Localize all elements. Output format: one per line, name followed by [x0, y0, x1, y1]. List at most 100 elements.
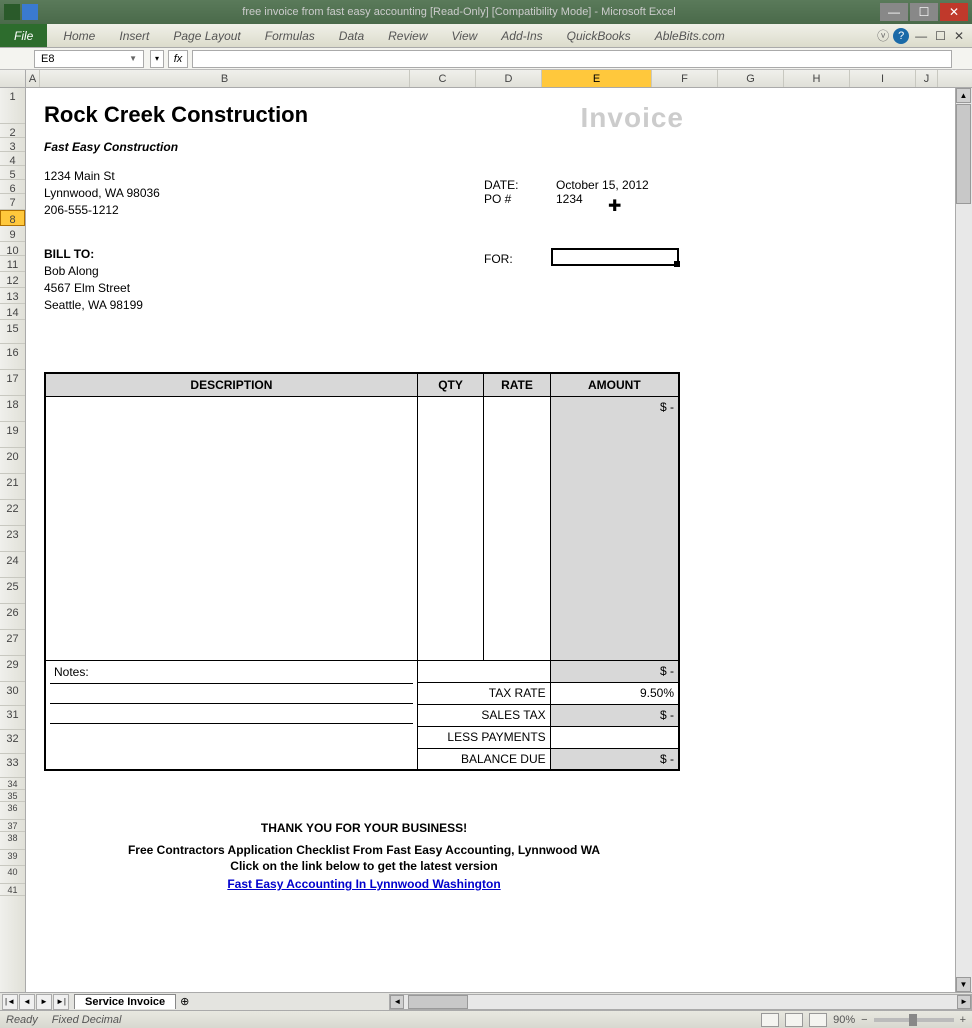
row-header[interactable]: 12: [0, 272, 25, 288]
zoom-slider[interactable]: [874, 1018, 954, 1022]
row-header[interactable]: 26: [0, 604, 25, 630]
tab-insert[interactable]: Insert: [107, 29, 161, 43]
row-header[interactable]: 23: [0, 526, 25, 552]
row-header[interactable]: 3: [0, 138, 25, 152]
col-header-c[interactable]: C: [410, 70, 476, 87]
tab-home[interactable]: Home: [51, 29, 107, 43]
row-header[interactable]: 14: [0, 304, 25, 320]
row-header[interactable]: 30: [0, 682, 25, 706]
row-header[interactable]: 9: [0, 226, 25, 242]
row-header[interactable]: 37: [0, 820, 25, 832]
tab-quickbooks[interactable]: QuickBooks: [555, 29, 643, 43]
view-page-break-icon[interactable]: [809, 1013, 827, 1027]
col-header-j[interactable]: J: [916, 70, 938, 87]
view-normal-icon[interactable]: [761, 1013, 779, 1027]
row-header[interactable]: 41: [0, 884, 25, 896]
row-header[interactable]: 22: [0, 500, 25, 526]
tab-formulas[interactable]: Formulas: [253, 29, 327, 43]
tab-ablebits[interactable]: AbleBits.com: [643, 29, 737, 43]
tab-page-layout[interactable]: Page Layout: [161, 29, 252, 43]
row-header[interactable]: 10: [0, 242, 25, 256]
row-header[interactable]: 13: [0, 288, 25, 304]
fx-button[interactable]: fx: [168, 50, 188, 68]
row-header[interactable]: 21: [0, 474, 25, 500]
col-header-e[interactable]: E: [542, 70, 652, 87]
company-name: Rock Creek Construction: [44, 102, 308, 128]
new-sheet-icon[interactable]: ⊕: [180, 995, 189, 1008]
ribbon-tabs: File Home Insert Page Layout Formulas Da…: [0, 24, 972, 48]
row-header[interactable]: 35: [0, 790, 25, 802]
col-header-d[interactable]: D: [476, 70, 542, 87]
sheet-nav-prev[interactable]: ◄: [19, 994, 35, 1010]
help-icon[interactable]: ?: [893, 28, 909, 44]
scroll-thumb[interactable]: [956, 104, 971, 204]
worksheet[interactable]: Rock Creek Construction Invoice Fast Eas…: [26, 88, 955, 992]
row-header[interactable]: 16: [0, 344, 25, 370]
doc-minimize-button[interactable]: —: [913, 29, 929, 43]
formula-dropdown[interactable]: ▾: [150, 50, 164, 68]
row-header[interactable]: 20: [0, 448, 25, 474]
col-header-i[interactable]: I: [850, 70, 916, 87]
name-box-dropdown-icon[interactable]: ▼: [129, 54, 137, 63]
row-header[interactable]: 27: [0, 630, 25, 656]
file-tab[interactable]: File: [0, 24, 47, 47]
col-header-f[interactable]: F: [652, 70, 718, 87]
col-header-g[interactable]: G: [718, 70, 784, 87]
row-header[interactable]: 7: [0, 194, 25, 210]
scroll-down-icon[interactable]: ▼: [956, 977, 971, 992]
ribbon-options-icon[interactable]: ⓥ: [877, 27, 889, 44]
sheet-nav-last[interactable]: ►|: [53, 994, 69, 1010]
col-header-h[interactable]: H: [784, 70, 850, 87]
view-page-layout-icon[interactable]: [785, 1013, 803, 1027]
row-header[interactable]: 6: [0, 180, 25, 194]
close-button[interactable]: ✕: [940, 3, 968, 21]
row-header-selected[interactable]: 8: [0, 210, 25, 226]
row-header[interactable]: 33: [0, 754, 25, 778]
formula-input[interactable]: [192, 50, 952, 68]
row-header[interactable]: 15: [0, 320, 25, 344]
name-box[interactable]: E8 ▼: [34, 50, 144, 68]
row-header[interactable]: 17: [0, 370, 25, 396]
minimize-button[interactable]: —: [880, 3, 908, 21]
save-icon[interactable]: [22, 4, 38, 20]
row-header[interactable]: 19: [0, 422, 25, 448]
vertical-scrollbar[interactable]: ▲ ▼: [955, 88, 972, 992]
tab-data[interactable]: Data: [327, 29, 376, 43]
col-header-b[interactable]: B: [40, 70, 410, 87]
row-header[interactable]: 32: [0, 730, 25, 754]
row-header[interactable]: 39: [0, 850, 25, 866]
sheet-nav-first[interactable]: |◄: [2, 994, 18, 1010]
row-header[interactable]: 11: [0, 256, 25, 272]
tab-review[interactable]: Review: [376, 29, 439, 43]
col-header-a[interactable]: A: [26, 70, 40, 87]
select-all-corner[interactable]: [0, 70, 26, 87]
row-header[interactable]: 40: [0, 866, 25, 884]
row-header[interactable]: 24: [0, 552, 25, 578]
row-header[interactable]: 4: [0, 152, 25, 166]
scroll-left-icon[interactable]: ◄: [390, 995, 404, 1009]
tab-view[interactable]: View: [440, 29, 490, 43]
row-header[interactable]: 5: [0, 166, 25, 180]
doc-close-button[interactable]: ✕: [952, 29, 966, 43]
maximize-button[interactable]: ☐: [910, 3, 938, 21]
hscroll-thumb[interactable]: [408, 995, 468, 1009]
balance-due-label: BALANCE DUE: [417, 748, 550, 770]
row-header[interactable]: 18: [0, 396, 25, 422]
footer-link[interactable]: Fast Easy Accounting In Lynnwood Washing…: [227, 877, 500, 891]
sheet-tab-active[interactable]: Service Invoice: [74, 994, 176, 1009]
row-header[interactable]: 31: [0, 706, 25, 730]
row-header[interactable]: 36: [0, 802, 25, 820]
doc-restore-button[interactable]: ☐: [933, 29, 948, 43]
sheet-nav-next[interactable]: ►: [36, 994, 52, 1010]
row-header[interactable]: 34: [0, 778, 25, 790]
row-header[interactable]: 25: [0, 578, 25, 604]
tab-addins[interactable]: Add-Ins: [489, 29, 554, 43]
scroll-right-icon[interactable]: ►: [957, 995, 971, 1009]
horizontal-scrollbar[interactable]: ◄ ►: [389, 994, 972, 1010]
active-cell-selection[interactable]: [551, 248, 679, 266]
row-header[interactable]: 38: [0, 832, 25, 850]
scroll-up-icon[interactable]: ▲: [956, 88, 971, 103]
row-header[interactable]: 2: [0, 124, 25, 138]
row-header[interactable]: 29: [0, 656, 25, 682]
row-header[interactable]: 1: [0, 88, 25, 124]
